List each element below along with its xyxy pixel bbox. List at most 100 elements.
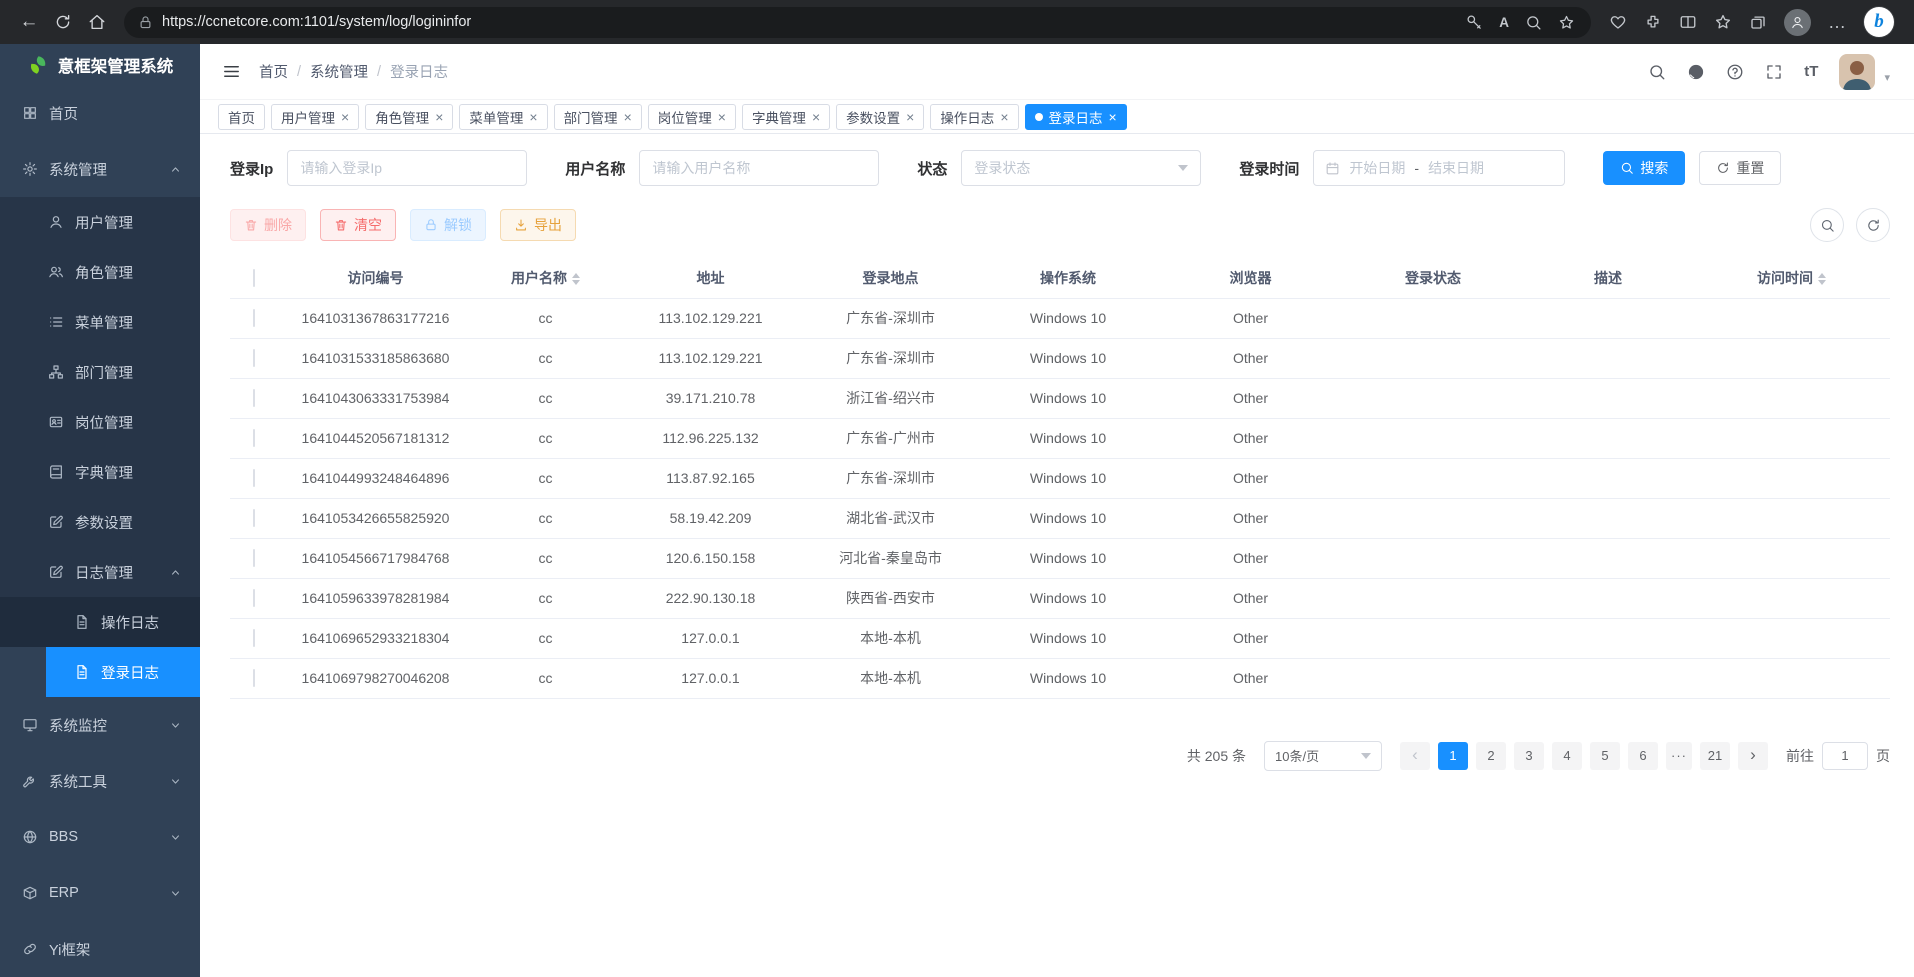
font-size-icon[interactable]: tT <box>1804 63 1818 80</box>
date-range-picker[interactable]: 开始日期 - 结束日期 <box>1313 150 1565 186</box>
row-checkbox[interactable] <box>253 669 255 687</box>
tab-role-mgmt[interactable]: 角色管理× <box>365 104 453 130</box>
tab-close-icon[interactable]: × <box>1000 110 1008 124</box>
tab-post-mgmt[interactable]: 岗位管理× <box>648 104 736 130</box>
sidebar-item-operation-log[interactable]: 操作日志 <box>0 597 200 647</box>
tab-operation-log[interactable]: 操作日志× <box>930 104 1018 130</box>
sidebar-item-system-mgmt[interactable]: 系统管理 <box>0 141 200 197</box>
breadcrumb-item[interactable]: 系统管理 <box>310 61 368 82</box>
tab-dept-mgmt[interactable]: 部门管理× <box>554 104 642 130</box>
header-search-icon[interactable] <box>1648 63 1666 81</box>
add-favorite-star-icon[interactable] <box>1558 14 1575 31</box>
login-ip-input[interactable] <box>287 150 527 186</box>
tab-close-icon[interactable]: × <box>1109 110 1117 124</box>
prev-page-button[interactable]: ‹ <box>1400 742 1430 770</box>
row-checkbox[interactable] <box>253 549 255 567</box>
page-button[interactable]: 5 <box>1590 742 1620 770</box>
column-header-sortable[interactable]: 访问时间 <box>1693 258 1890 298</box>
sidebar-item-post-mgmt[interactable]: 岗位管理 <box>0 397 200 447</box>
page-button[interactable]: 2 <box>1476 742 1506 770</box>
row-checkbox[interactable] <box>253 509 255 527</box>
sidebar-item-login-log[interactable]: 登录日志 <box>46 647 200 697</box>
tab-close-icon[interactable]: × <box>529 110 537 124</box>
row-checkbox[interactable] <box>253 629 255 647</box>
next-page-button[interactable]: › <box>1738 742 1768 770</box>
tab-menu-mgmt[interactable]: 菜单管理× <box>459 104 547 130</box>
extensions-icon[interactable] <box>1644 13 1662 31</box>
sort-caret-icon[interactable] <box>1818 273 1826 285</box>
browser-more-icon[interactable]: … <box>1828 12 1847 33</box>
tab-close-icon[interactable]: × <box>341 110 349 124</box>
browser-profile-icon[interactable] <box>1784 9 1811 36</box>
avatar-caret-icon[interactable]: ▾ <box>1884 71 1890 90</box>
row-checkbox[interactable] <box>253 469 255 487</box>
tab-param-settings[interactable]: 参数设置× <box>836 104 924 130</box>
browser-essentials-icon[interactable] <box>1609 13 1627 31</box>
address-bar[interactable]: https://ccnetcore.com:1101/system/log/lo… <box>124 7 1591 38</box>
hamburger-icon[interactable] <box>222 62 241 81</box>
sidebar-item-dict-mgmt[interactable]: 字典管理 <box>0 447 200 497</box>
breadcrumb-item[interactable]: 首页 <box>259 61 288 82</box>
sidebar-item-y i-framework[interactable]: Yi框架 <box>0 921 200 977</box>
page-button[interactable]: 4 <box>1552 742 1582 770</box>
tab-close-icon[interactable]: × <box>624 110 632 124</box>
browser-home-button[interactable] <box>80 5 114 39</box>
tab-home[interactable]: 首页 <box>218 104 265 130</box>
copilot-bing-icon[interactable]: b <box>1864 7 1894 37</box>
page-button[interactable]: 21 <box>1700 742 1730 770</box>
refresh-button[interactable] <box>46 5 80 39</box>
row-checkbox[interactable] <box>253 389 255 407</box>
password-key-icon[interactable] <box>1466 14 1483 31</box>
sidebar-item-log-mgmt[interactable]: 日志管理 <box>0 547 200 597</box>
export-button[interactable]: 导出 <box>500 209 576 241</box>
collections-icon[interactable] <box>1749 13 1767 31</box>
split-screen-icon[interactable] <box>1679 13 1697 31</box>
row-checkbox[interactable] <box>253 429 255 447</box>
search-button[interactable]: 搜索 <box>1603 151 1685 185</box>
sidebar-item-dept-mgmt[interactable]: 部门管理 <box>0 347 200 397</box>
fullscreen-icon[interactable] <box>1765 63 1783 81</box>
sidebar-item-param-settings[interactable]: 参数设置 <box>0 497 200 547</box>
favorites-icon[interactable] <box>1714 13 1732 31</box>
sidebar-item-system-tools[interactable]: 系统工具 <box>0 753 200 809</box>
tab-user-mgmt[interactable]: 用户管理× <box>271 104 359 130</box>
sidebar-item-erp[interactable]: ERP <box>0 865 200 921</box>
page-button[interactable]: 1 <box>1438 742 1468 770</box>
page-ellipsis[interactable]: ··· <box>1666 742 1692 770</box>
search-toggle-button[interactable] <box>1810 208 1844 242</box>
sidebar-item-role-mgmt[interactable]: 角色管理 <box>0 247 200 297</box>
status-select[interactable]: 登录状态 <box>961 150 1201 186</box>
clear-button[interactable]: 清空 <box>320 209 396 241</box>
delete-button[interactable]: 删除 <box>230 209 306 241</box>
page-button[interactable]: 6 <box>1628 742 1658 770</box>
sidebar-item-menu-mgmt[interactable]: 菜单管理 <box>0 297 200 347</box>
read-aloud-icon[interactable]: A <box>1499 15 1509 30</box>
reset-button[interactable]: 重置 <box>1699 151 1781 185</box>
row-checkbox[interactable] <box>253 309 255 327</box>
help-icon[interactable] <box>1726 63 1744 81</box>
tab-close-icon[interactable]: × <box>906 110 914 124</box>
sidebar-item-bbs[interactable]: BBS <box>0 809 200 865</box>
row-checkbox[interactable] <box>253 589 255 607</box>
zoom-icon[interactable] <box>1525 14 1542 31</box>
tab-close-icon[interactable]: × <box>435 110 443 124</box>
tab-login-log[interactable]: 登录日志× <box>1025 104 1127 130</box>
page-button[interactable]: 3 <box>1514 742 1544 770</box>
sort-caret-icon[interactable] <box>572 273 580 285</box>
row-checkbox[interactable] <box>253 349 255 367</box>
sidebar-item-user-mgmt[interactable]: 用户管理 <box>0 197 200 247</box>
sidebar-item-home[interactable]: 首页 <box>0 85 200 141</box>
unlock-button[interactable]: 解锁 <box>410 209 486 241</box>
refresh-table-button[interactable] <box>1856 208 1890 242</box>
tab-dict-mgmt[interactable]: 字典管理× <box>742 104 830 130</box>
page-size-select[interactable]: 10条/页 <box>1264 741 1382 771</box>
select-all-checkbox[interactable] <box>253 269 255 287</box>
tab-close-icon[interactable]: × <box>812 110 820 124</box>
goto-page-input[interactable] <box>1822 742 1868 770</box>
back-button[interactable]: ← <box>12 5 46 39</box>
sidebar-item-system-monitor[interactable]: 系统监控 <box>0 697 200 753</box>
column-header-sortable[interactable]: 用户名称 <box>473 258 618 298</box>
github-icon[interactable] <box>1687 63 1705 81</box>
user-name-input[interactable] <box>639 150 879 186</box>
user-avatar[interactable] <box>1839 54 1875 90</box>
